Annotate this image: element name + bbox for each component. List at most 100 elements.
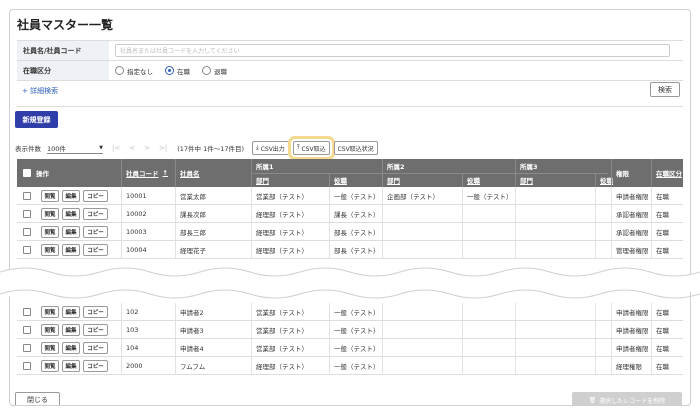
col-ops: 操作 — [36, 170, 49, 178]
new-register-button[interactable]: 新規登録 — [15, 111, 58, 128]
select-all-checkbox[interactable] — [23, 169, 31, 177]
search-button[interactable]: 検索 — [650, 82, 680, 97]
row-checkbox[interactable] — [23, 326, 31, 334]
row-checkbox[interactable] — [23, 344, 31, 352]
view-button[interactable]: 閲覧 — [41, 244, 59, 256]
edit-button[interactable]: 編集 — [62, 342, 80, 354]
cell-post1: 一般（テスト） — [334, 193, 380, 201]
cell-post2 — [464, 303, 467, 321]
cell-dept2 — [384, 321, 387, 339]
upload-icon: ⤒ — [296, 144, 300, 151]
cell-post1: 課長（テスト） — [334, 211, 380, 219]
copy-button[interactable]: コピー — [83, 208, 108, 220]
view-button[interactable]: 閲覧 — [41, 190, 59, 202]
record-count: (17件中 1件～17件目) — [177, 145, 245, 153]
cell-auth: 管理者権限 — [616, 247, 649, 255]
col-auth: 権限 — [616, 170, 629, 178]
status-radio-group: 指定なし 在職 退職 — [109, 61, 683, 80]
cell-dept1: 経理部（テスト） — [256, 247, 308, 255]
next-page-button[interactable]: > — [144, 144, 150, 152]
row-checkbox[interactable] — [23, 308, 31, 316]
copy-button[interactable]: コピー — [83, 306, 108, 318]
copy-button[interactable]: コピー — [83, 226, 108, 238]
cell-status: 在職 — [656, 229, 669, 237]
filter-table: 社員名/社員コード 社員名または社員コードを入力してください 在職区分 指定なし… — [17, 40, 683, 81]
status-radio-1[interactable]: 在職 — [165, 66, 190, 76]
cell-dept2 — [384, 205, 387, 223]
cell-code: 10004 — [126, 246, 147, 254]
prev-page-button[interactable]: < — [129, 144, 135, 152]
col-dept2[interactable]: 部門 — [384, 173, 400, 187]
csv-import-button[interactable]: ⤒ CSV取込 — [287, 136, 335, 160]
cell-post1: 一般（テスト） — [334, 345, 380, 353]
detail-search-link[interactable]: + 詳細検索 — [22, 86, 58, 96]
cell-post2 — [464, 241, 467, 259]
col-group2: 所属2 — [387, 163, 405, 171]
cell-auth: 申請者権限 — [616, 193, 649, 201]
col-post2[interactable]: 役職 — [464, 173, 480, 187]
edit-button[interactable]: 編集 — [62, 190, 80, 202]
copy-button[interactable]: コピー — [83, 360, 108, 372]
delete-selected-button[interactable]: 🗑 選択したレコードを削除 — [572, 392, 682, 405]
cell-name: 申請者4 — [180, 345, 204, 353]
torn-edge-divider — [0, 267, 700, 299]
cell-auth: 申請者権限 — [616, 327, 649, 335]
col-post1[interactable]: 役職 — [331, 173, 347, 187]
radio-label: 退職 — [214, 67, 227, 76]
cell-post1: 一般（テスト） — [334, 327, 380, 335]
col-name[interactable]: 社員名 — [177, 159, 200, 187]
view-button[interactable]: 閲覧 — [41, 360, 59, 372]
first-page-button[interactable]: |< — [112, 144, 120, 152]
name-search-input[interactable]: 社員名または社員コードを入力してください — [115, 44, 670, 57]
cell-post2 — [464, 357, 467, 375]
row-checkbox[interactable] — [23, 246, 31, 254]
col-code[interactable]: 社員コード ↑ — [123, 159, 168, 187]
csv-import-status-button[interactable]: CSV取込状況 — [333, 141, 378, 155]
caret-down-icon: ▼ — [99, 144, 103, 151]
row-checkbox[interactable] — [23, 192, 31, 200]
cell-dept1: 営業部（テスト） — [256, 193, 308, 201]
page-title: 社員マスター一覧 — [17, 18, 114, 32]
col-dept3[interactable]: 部門 — [517, 173, 533, 187]
cell-status: 在職 — [656, 327, 669, 335]
view-button[interactable]: 閲覧 — [41, 208, 59, 220]
radio-label: 在職 — [177, 67, 190, 76]
name-filter-label: 社員名/社員コード — [17, 41, 109, 60]
edit-button[interactable]: 編集 — [62, 244, 80, 256]
page-size-select[interactable]: 100件 ▼ — [47, 142, 103, 154]
cell-name: 申請者2 — [180, 309, 204, 317]
cell-dept2 — [384, 223, 387, 241]
edit-button[interactable]: 編集 — [62, 324, 80, 336]
view-button[interactable]: 閲覧 — [41, 226, 59, 238]
view-button[interactable]: 閲覧 — [41, 306, 59, 318]
status-radio-2[interactable]: 退職 — [202, 66, 227, 76]
cell-dept2 — [384, 241, 387, 259]
copy-button[interactable]: コピー — [83, 342, 108, 354]
cell-name: 申請者3 — [180, 327, 204, 335]
cell-code: 10002 — [126, 210, 147, 218]
edit-button[interactable]: 編集 — [62, 226, 80, 238]
copy-button[interactable]: コピー — [83, 244, 108, 256]
cell-post2 — [464, 223, 467, 241]
view-button[interactable]: 閲覧 — [41, 324, 59, 336]
row-checkbox[interactable] — [23, 228, 31, 236]
last-page-button[interactable]: >| — [159, 144, 167, 152]
copy-button[interactable]: コピー — [83, 190, 108, 202]
col-dept1[interactable]: 部門 — [253, 173, 269, 187]
cell-code: 104 — [126, 344, 139, 352]
edit-button[interactable]: 編集 — [62, 208, 80, 220]
row-checkbox[interactable] — [23, 210, 31, 218]
view-button[interactable]: 閲覧 — [41, 342, 59, 354]
table-header: 操作 社員コード ↑ 社員名 所属1 所属2 所属3 部門 役職 部門 役職 部門… — [17, 159, 683, 187]
csv-export-button[interactable]: ⤓ CSV出力 — [252, 141, 289, 155]
csv-import-label: CSV取込 — [301, 145, 326, 153]
close-button[interactable]: 閉じる — [15, 392, 60, 405]
col-status[interactable]: 在職区分 — [653, 159, 682, 187]
table-row: 閲覧 編集 コピー 10001 営業太郎 営業部（テスト） 一般（テスト） 企画部（テスト） 一… — [17, 187, 683, 205]
copy-button[interactable]: コピー — [83, 324, 108, 336]
cell-dept2: 企画部（テスト） — [387, 193, 439, 201]
edit-button[interactable]: 編集 — [62, 360, 80, 372]
edit-button[interactable]: 編集 — [62, 306, 80, 318]
row-checkbox[interactable] — [23, 362, 31, 370]
status-radio-0[interactable]: 指定なし — [115, 66, 153, 76]
